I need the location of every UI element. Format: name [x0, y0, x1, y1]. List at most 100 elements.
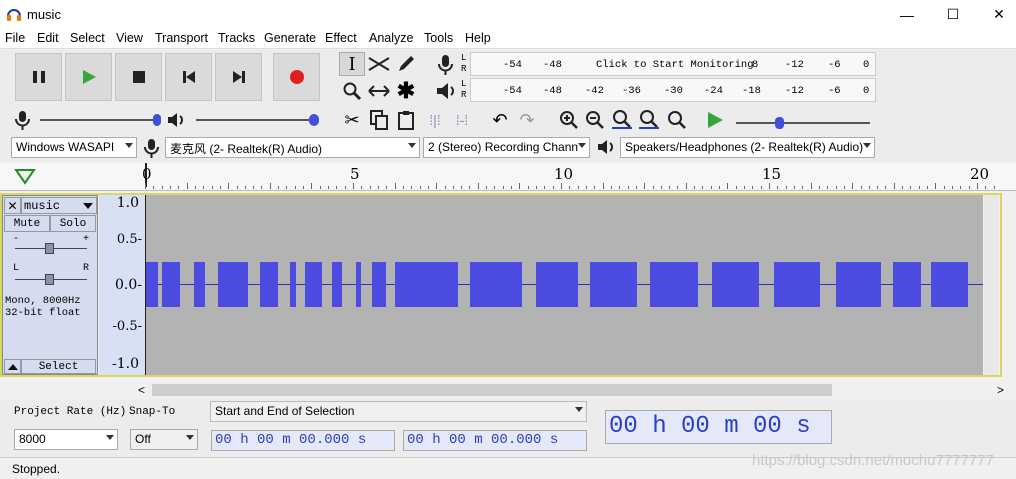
track-name-menu[interactable]: music — [21, 197, 97, 214]
fit-project-icon — [639, 110, 659, 129]
playback-volume-slider[interactable] — [196, 119, 314, 121]
ruler-tick — [810, 183, 812, 189]
skip-start-icon — [182, 71, 195, 83]
menu-effect[interactable]: Effect — [325, 31, 357, 45]
zoom-toggle-button[interactable] — [663, 108, 689, 132]
selection-mode-value: Start and End of Selection — [215, 404, 355, 418]
menu-tracks[interactable]: Tracks — [218, 31, 255, 45]
playback-volume-thumb[interactable] — [309, 114, 319, 126]
stop-button[interactable] — [115, 53, 162, 101]
ruler-tick — [203, 186, 205, 189]
pan-slider-thumb[interactable] — [45, 274, 54, 285]
timeline-ruler[interactable]: 0 5 10 15 20 — [0, 163, 1016, 191]
waveform-burst — [590, 262, 637, 307]
stop-icon — [132, 71, 145, 83]
menu-select[interactable]: Select — [70, 31, 105, 45]
fit-project-button[interactable] — [636, 108, 662, 132]
menu-analyze[interactable]: Analyze — [369, 31, 413, 45]
ruler-tick — [269, 183, 271, 189]
menu-file[interactable]: File — [5, 31, 25, 45]
recording-volume-thumb[interactable] — [153, 114, 161, 126]
amplitude-ruler[interactable]: 1.0 0.5- 0.0- -0.5- -1.0 — [99, 195, 145, 375]
waveform-burst — [395, 262, 458, 307]
play-at-speed-button[interactable] — [705, 110, 725, 130]
ruler-tick — [194, 186, 196, 189]
menu-view[interactable]: View — [116, 31, 143, 45]
ruler-tick — [211, 186, 213, 189]
vertical-scrollbar[interactable] — [984, 195, 999, 375]
maximize-button[interactable]: ☐ — [930, 0, 976, 29]
ruler-label: 15 — [762, 165, 782, 183]
paste-button[interactable] — [393, 108, 419, 132]
solo-button[interactable]: Solo — [50, 215, 96, 232]
start-monitoring-label[interactable]: Click to Start Monitoring — [596, 59, 754, 71]
speaker-icon[interactable] — [434, 79, 458, 103]
menu-transport[interactable]: Transport — [155, 31, 208, 45]
time-shift-tool[interactable] — [366, 79, 392, 103]
play-tick: -18 — [742, 85, 761, 97]
recording-channels-select[interactable]: 2 (Stereo) Recording Chann — [423, 137, 590, 158]
recording-device-value: 麦克风 (2- Realtek(R) Audio) — [170, 142, 323, 156]
selection-mode-select[interactable]: Start and End of Selection — [210, 401, 587, 422]
zoom-tool[interactable] — [339, 79, 365, 103]
undo-button[interactable]: ↶ — [487, 108, 513, 132]
redo-button[interactable]: ↷ — [514, 108, 540, 132]
selection-tool[interactable]: I — [339, 52, 365, 76]
copy-button[interactable] — [366, 108, 392, 132]
selection-end-time[interactable]: 00 h 00 m 00.000 s — [403, 430, 587, 451]
snap-to-label: Snap-To — [129, 406, 176, 418]
menu-edit[interactable]: Edit — [37, 31, 59, 45]
gain-slider-thumb[interactable] — [45, 243, 54, 254]
audio-host-select[interactable]: Windows WASAPI — [11, 137, 137, 158]
fit-selection-button[interactable] — [609, 108, 635, 132]
recording-meter[interactable]: -54 -48 Click to Start Monitoring 8 -12 … — [470, 52, 876, 76]
skip-to-end-button[interactable] — [215, 53, 262, 101]
ruler-tick — [827, 186, 829, 189]
multi-tool[interactable]: ✱ — [393, 78, 419, 103]
scroll-right-arrow-icon[interactable]: > — [997, 383, 1004, 397]
ruler-label: 0 — [142, 165, 152, 183]
skip-to-start-button[interactable] — [165, 53, 212, 101]
menu-help[interactable]: Help — [465, 31, 491, 45]
play-button[interactable] — [65, 53, 112, 101]
trim-audio-button[interactable]: ⁞|⁞ — [422, 108, 448, 132]
ruler-tick — [377, 186, 379, 189]
project-rate-select[interactable]: 8000 — [14, 429, 118, 450]
ruler-tick — [161, 186, 163, 189]
recording-volume-slider[interactable] — [40, 119, 158, 121]
play-at-speed-thumb[interactable] — [775, 117, 784, 129]
select-track-button[interactable]: Select — [21, 359, 96, 374]
selection-start-time[interactable]: 00 h 00 m 00.000 s — [211, 430, 395, 451]
close-button[interactable]: ✕ — [976, 0, 1016, 29]
waveform-burst — [372, 262, 386, 307]
menu-generate[interactable]: Generate — [264, 31, 316, 45]
horizontal-scrollbar[interactable]: < > — [136, 383, 1006, 398]
play-at-speed-slider[interactable] — [736, 122, 870, 124]
collapse-track-button[interactable] — [4, 359, 21, 374]
scroll-left-arrow-icon[interactable]: < — [138, 383, 145, 397]
silence-audio-button[interactable]: ⁞-⁞ — [449, 108, 475, 132]
mute-button[interactable]: Mute — [4, 215, 50, 232]
scroll-thumb[interactable] — [152, 384, 832, 396]
ruler-tick — [328, 186, 330, 189]
minimize-button[interactable]: — — [884, 0, 930, 29]
microphone-icon[interactable] — [434, 53, 458, 77]
playback-device-select[interactable]: Speakers/Headphones (2- Realtek(R) Audio… — [620, 137, 875, 158]
recording-device-select[interactable]: 麦克风 (2- Realtek(R) Audio) — [165, 137, 420, 158]
envelope-tool[interactable] — [366, 52, 392, 76]
ruler-label: 5 — [350, 165, 360, 183]
meter-left-label: L — [461, 79, 467, 89]
snap-to-select[interactable]: Off — [130, 429, 198, 450]
cut-button[interactable]: ✂ — [339, 108, 365, 132]
zoom-out-button[interactable] — [582, 108, 608, 132]
pause-button[interactable] — [15, 53, 62, 101]
snap-to-value: Off — [135, 432, 151, 446]
menu-tools[interactable]: Tools — [424, 31, 453, 45]
fit-selection-icon — [612, 110, 632, 129]
record-button[interactable] — [273, 53, 320, 101]
zoom-in-button[interactable] — [556, 108, 582, 132]
audio-position-display[interactable]: 00 h 00 m 00 s — [605, 410, 832, 444]
draw-tool[interactable] — [393, 52, 419, 76]
close-track-button[interactable]: ✕ — [4, 197, 21, 214]
playback-meter[interactable]: -54 -48 -42 -36 -30 -24 -18 -12 -6 0 — [470, 78, 876, 102]
